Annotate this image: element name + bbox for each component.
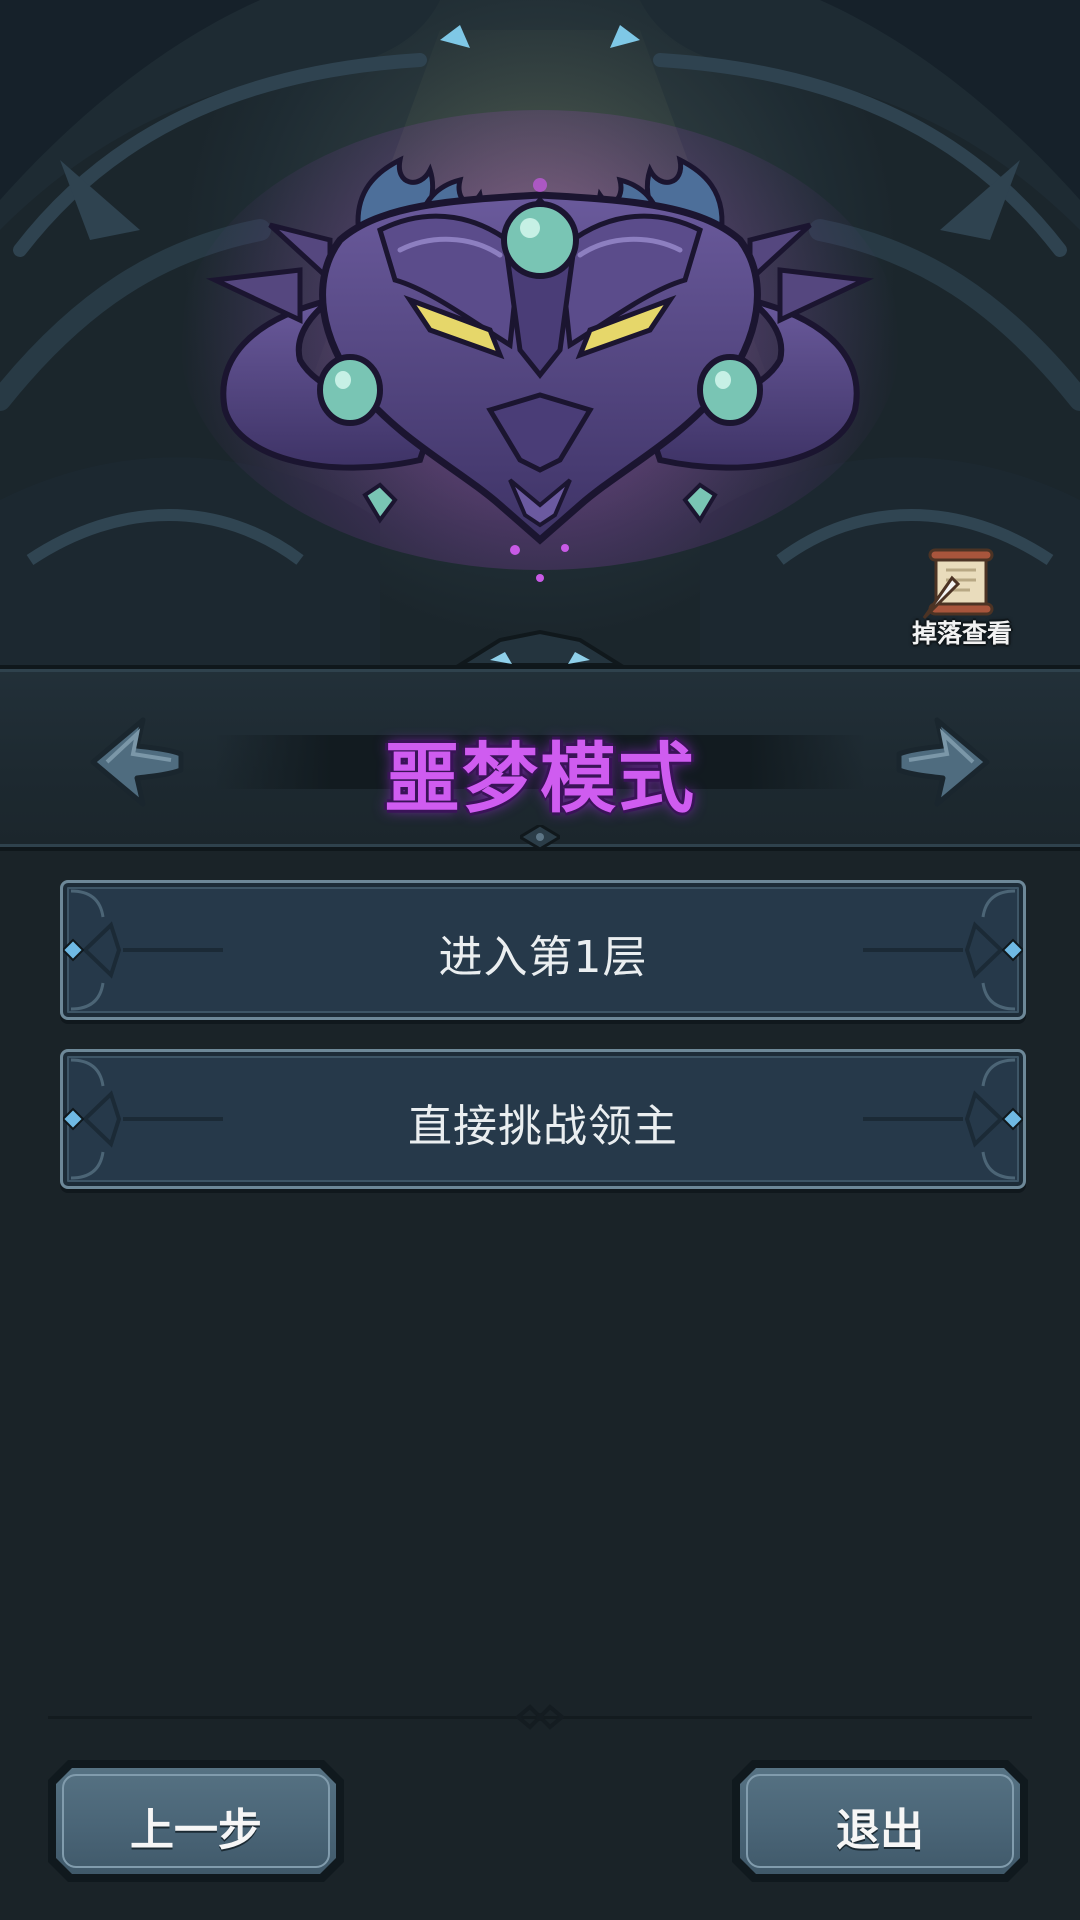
- exit-button-label: 退出: [836, 1805, 924, 1856]
- exit-button[interactable]: 退出: [732, 1760, 1028, 1882]
- hero-banner: 掉落查看: [0, 0, 1080, 665]
- arrow-right-icon[interactable]: [895, 714, 995, 810]
- drop-view-button[interactable]: 掉落查看: [900, 548, 1024, 652]
- drop-view-label: 掉落查看: [911, 619, 1012, 648]
- mode-selector: 噩梦模式: [0, 665, 1080, 851]
- scroll-quill-icon: [922, 548, 994, 620]
- challenge-lord-label: 直接挑战领主: [408, 1101, 678, 1152]
- enter-floor-label: 进入第1层: [438, 932, 648, 983]
- back-button[interactable]: 上一步: [48, 1760, 344, 1882]
- game-screen: 掉落查看 噩梦模式 进入第1层 直接挑战领主 上一步 退出: [0, 0, 1080, 1920]
- challenge-lord-button[interactable]: 直接挑战领主: [60, 1049, 1026, 1189]
- band-ornament: [520, 825, 560, 849]
- enter-floor-button[interactable]: 进入第1层: [60, 880, 1026, 1020]
- back-button-label: 上一步: [130, 1805, 262, 1856]
- divider-ornament: [516, 1704, 564, 1730]
- arrow-left-icon[interactable]: [85, 714, 185, 810]
- mode-title: 噩梦模式: [384, 734, 696, 823]
